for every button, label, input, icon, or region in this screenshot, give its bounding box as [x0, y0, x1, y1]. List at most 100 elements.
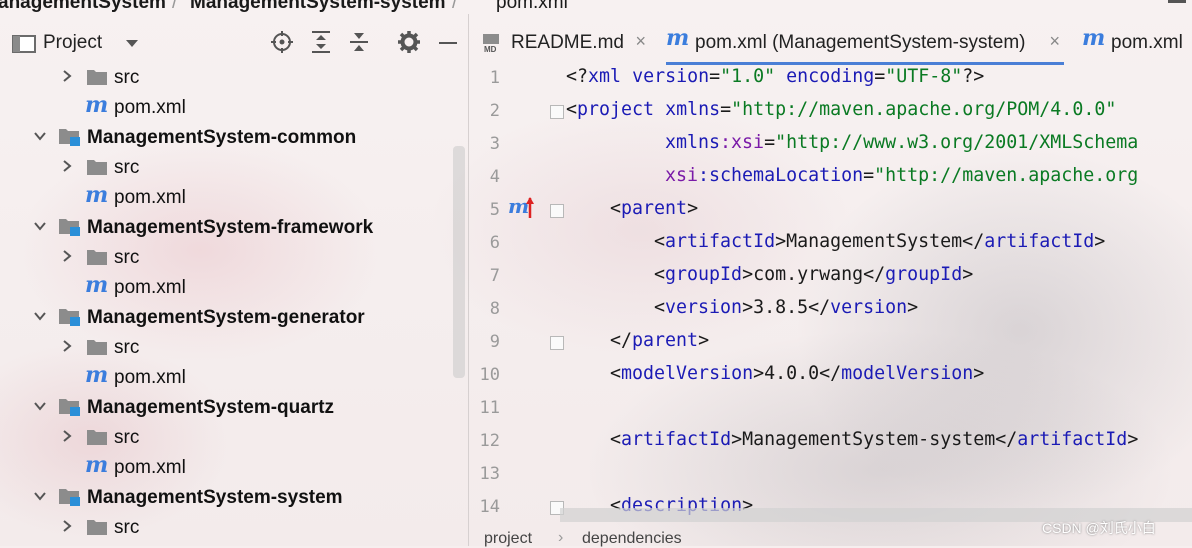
code-token: >ManagementSystem</: [775, 231, 985, 252]
chevron-right-icon[interactable]: [60, 69, 74, 83]
chevron-right-icon[interactable]: [60, 429, 74, 443]
chevron-right-icon[interactable]: [60, 339, 74, 353]
chevron-down-icon[interactable]: [33, 219, 47, 233]
breadcrumb-file[interactable]: pom.xml: [496, 0, 568, 14]
line-number: 9: [489, 332, 500, 352]
code-line[interactable]: <parent>: [610, 198, 698, 219]
tab[interactable]: MD README.md ×: [482, 24, 650, 62]
code-token: xsi: [665, 165, 699, 186]
panel-divider[interactable]: [468, 14, 469, 546]
tree-item-folder[interactable]: src: [0, 154, 460, 184]
chevron-down-icon[interactable]: [125, 38, 139, 50]
minimize-icon[interactable]: [1168, 0, 1186, 3]
code-token: >: [687, 198, 699, 219]
code-line[interactable]: </parent>: [610, 330, 709, 351]
arrow-up-icon: [526, 197, 534, 218]
tab-active[interactable]: m pom.xml (ManagementSystem-system) ×: [666, 24, 1064, 65]
watermark: CSDN @刘氏小白: [1042, 520, 1156, 536]
folder-icon: [87, 340, 107, 355]
module-icon: [59, 129, 80, 146]
code-line[interactable]: xsi:schemaLocation="http://maven.apache.…: [665, 165, 1138, 186]
maven-icon: m: [666, 25, 690, 51]
code-line[interactable]: <?xml version="1.0" encoding="UTF-8"?>: [566, 66, 984, 87]
folder-icon: [87, 70, 107, 85]
tree-item-module[interactable]: ManagementSystem-system: [0, 484, 460, 514]
code-token: >3.8.5</: [742, 297, 831, 318]
code-token: <: [610, 198, 622, 219]
line-number: 4: [489, 167, 500, 187]
tree-item-folder[interactable]: src: [0, 424, 460, 454]
collapse-all-icon[interactable]: [348, 30, 370, 54]
code-token: xmlns: [665, 132, 721, 153]
maven-icon: m: [85, 182, 109, 208]
code-token: <: [654, 264, 666, 285]
code-token: :xsi: [720, 132, 765, 153]
tree-item-file[interactable]: m pom.xml: [0, 272, 460, 304]
code-token: >4.0.0</: [753, 363, 842, 384]
code-token: modelVersion: [621, 363, 754, 384]
tree-item-folder[interactable]: src: [0, 244, 460, 274]
navigation-bar: anagementSystem / ManagementSystem-syste…: [0, 0, 1192, 14]
tree-item-folder[interactable]: src: [0, 334, 460, 364]
code-token: "UTF-8": [885, 66, 963, 87]
line-number: 5: [489, 200, 500, 220]
hide-panel-icon[interactable]: [439, 42, 457, 44]
tree-item-file[interactable]: m pom.xml: [0, 182, 460, 214]
module-name: ManagementSystem-common: [87, 127, 357, 148]
tree-item-file[interactable]: m pom.xml: [0, 362, 460, 394]
fold-collapse-icon[interactable]: [550, 204, 564, 218]
chevron-right-icon[interactable]: [60, 159, 74, 173]
code-token: version: [665, 297, 743, 318]
code-line[interactable]: <modelVersion>4.0.0</modelVersion>: [610, 363, 984, 384]
chevron-down-icon[interactable]: [33, 399, 47, 413]
module-name: ManagementSystem-quartz: [87, 397, 335, 418]
tree-item-module[interactable]: ManagementSystem-framework: [0, 214, 460, 244]
code-token: >: [962, 264, 974, 285]
tree-item-file[interactable]: m pom.xml: [0, 452, 460, 484]
xml-breadcrumb-project[interactable]: project: [484, 530, 532, 548]
module-icon: [59, 489, 80, 506]
line-number: 7: [489, 266, 500, 286]
code-line[interactable]: <artifactId>ManagementSystem-system</art…: [610, 429, 1138, 450]
tree-item-module[interactable]: ManagementSystem-common: [0, 124, 460, 154]
folder-name: src: [114, 337, 140, 358]
code-line[interactable]: <artifactId>ManagementSystem</artifactId…: [654, 231, 1105, 252]
chevron-down-icon[interactable]: [33, 129, 47, 143]
code-line[interactable]: <version>3.8.5</version>: [654, 297, 918, 318]
tree-item-module[interactable]: ManagementSystem-generator: [0, 304, 460, 334]
tree-item-module[interactable]: ManagementSystem-quartz: [0, 394, 460, 424]
tab-label: README.md: [511, 32, 624, 53]
fold-collapse-icon[interactable]: [550, 105, 564, 119]
line-number: 1: [489, 68, 500, 88]
gear-icon[interactable]: [397, 30, 421, 54]
chevron-right-icon[interactable]: [60, 519, 74, 533]
code-line[interactable]: <project xmlns="http://maven.apache.org/…: [566, 99, 1116, 120]
chevron-down-icon[interactable]: [33, 489, 47, 503]
xml-breadcrumb-dependencies[interactable]: dependencies: [582, 530, 682, 548]
chevron-right-icon[interactable]: [60, 249, 74, 263]
code-token: groupId: [665, 264, 743, 285]
close-tab-icon[interactable]: ×: [1049, 31, 1060, 52]
chevron-down-icon[interactable]: [33, 309, 47, 323]
code-token: >: [907, 297, 919, 318]
tree-item-file[interactable]: m pom.xml: [0, 92, 460, 124]
tab[interactable]: m pom.xml: [1082, 24, 1192, 62]
project-panel-header: Project: [0, 14, 468, 62]
code-line[interactable]: <groupId>com.yrwang</groupId>: [654, 264, 973, 285]
code-token: <: [610, 363, 622, 384]
tree-item-folder[interactable]: src: [0, 64, 460, 94]
code-line[interactable]: xmlns:xsi="http://www.w3.org/2001/XMLSch…: [665, 132, 1138, 153]
breadcrumb-module[interactable]: ManagementSystem-system: [190, 0, 446, 14]
project-panel-title[interactable]: Project: [43, 32, 102, 54]
file-name: pom.xml: [114, 97, 186, 118]
expand-all-icon[interactable]: [310, 30, 332, 54]
code-editor[interactable]: 1 2 3 4 5 m 6 7 8 9 10 11 12 13 14 <?xml version="1.0"…: [470, 62, 1192, 522]
fold-end-icon[interactable]: [550, 336, 564, 350]
breadcrumb-root[interactable]: anagementSystem: [0, 0, 166, 14]
code-token: modelVersion: [841, 363, 974, 384]
line-number: 3: [489, 134, 500, 154]
close-tab-icon[interactable]: ×: [635, 31, 646, 52]
tree-item-folder[interactable]: src: [0, 514, 460, 544]
target-icon[interactable]: [271, 31, 293, 53]
